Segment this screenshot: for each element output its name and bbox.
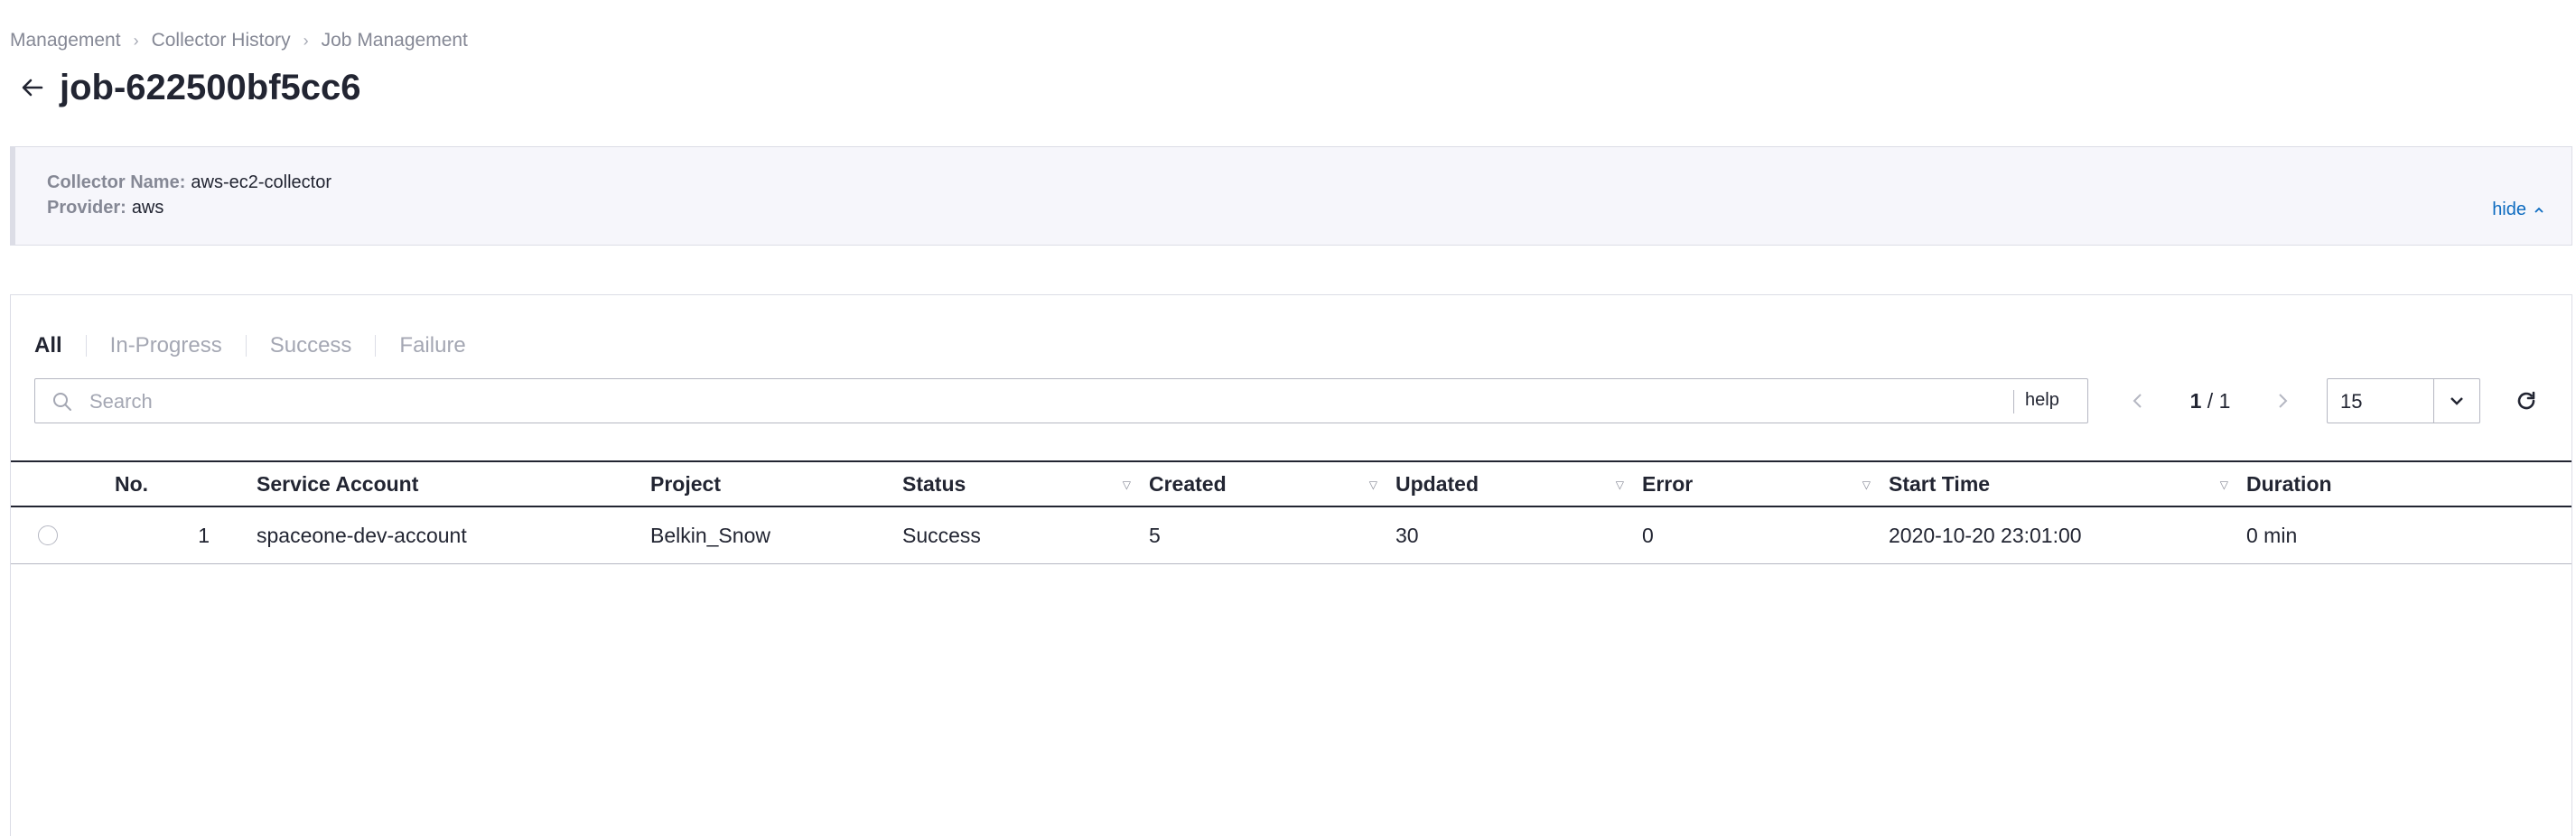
provider-label: Provider: xyxy=(47,198,126,218)
collector-info-panel: Collector Name: aws-ec2-collector Provide… xyxy=(10,146,2572,246)
page-title: job-622500bf5cc6 xyxy=(60,67,361,107)
cell-status: Success xyxy=(902,506,1149,564)
next-page-icon[interactable] xyxy=(2269,387,2296,414)
table-header-row: No. Service Account Project Status ▽ Crea… xyxy=(11,460,2571,507)
search-input[interactable] xyxy=(88,386,1988,417)
column-label: Status xyxy=(902,471,966,496)
column-header-service-account[interactable]: Service Account xyxy=(257,460,650,507)
column-header-duration[interactable]: Duration xyxy=(2246,460,2571,507)
column-header-updated[interactable]: Updated ▽ xyxy=(1395,460,1642,507)
column-header-status[interactable]: Status ▽ xyxy=(902,460,1149,507)
collector-name-value: aws-ec2-collector xyxy=(191,172,331,192)
sort-icon[interactable]: ▽ xyxy=(1369,478,1377,491)
select-column-header xyxy=(11,460,115,507)
chevron-down-icon[interactable] xyxy=(2433,379,2479,423)
prev-page-icon[interactable] xyxy=(2124,387,2151,414)
current-page: 1 xyxy=(2189,388,2202,413)
status-tabs: All In-Progress Success Failure xyxy=(34,331,466,360)
table-row[interactable]: 1 spaceone-dev-account Belkin_Snow Succe… xyxy=(11,506,2571,564)
cell-error: 0 xyxy=(1642,506,1889,564)
breadcrumb-job-management: Job Management xyxy=(321,30,468,51)
cell-service-account: spaceone-dev-account xyxy=(257,506,650,564)
hide-toggle-button[interactable]: hide xyxy=(2492,200,2544,220)
sort-icon[interactable]: ▽ xyxy=(1862,478,1871,491)
tab-divider xyxy=(245,335,247,357)
tab-divider xyxy=(375,335,377,357)
search-divider xyxy=(2013,390,2014,413)
cell-updated: 30 xyxy=(1395,506,1642,564)
cell-duration: 0 min xyxy=(2246,506,2571,564)
help-button[interactable]: help xyxy=(2025,390,2059,411)
tab-success[interactable]: Success xyxy=(270,333,352,358)
job-table: No. Service Account Project Status ▽ Crea… xyxy=(11,460,2571,564)
search-bar: help xyxy=(34,378,2088,423)
job-list-panel: All In-Progress Success Failure help 1 /… xyxy=(10,294,2572,836)
cell-start-time: 2020-10-20 23:01:00 xyxy=(1889,506,2246,564)
column-label: Start Time xyxy=(1889,471,1991,496)
breadcrumb-collector-history[interactable]: Collector History xyxy=(152,30,291,51)
page-size-select[interactable]: 15 xyxy=(2327,378,2480,423)
column-header-project[interactable]: Project xyxy=(650,460,902,507)
back-arrow-icon[interactable] xyxy=(14,70,51,106)
row-select-cell xyxy=(11,506,115,564)
collector-name-label: Collector Name: xyxy=(47,172,186,192)
tab-divider xyxy=(85,335,87,357)
hide-label: hide xyxy=(2492,200,2526,219)
breadcrumb-management[interactable]: Management xyxy=(10,30,121,51)
provider-value: aws xyxy=(131,198,164,218)
breadcrumb: Management › Collector History › Job Man… xyxy=(10,27,468,54)
cell-no: 1 xyxy=(115,506,257,564)
page-indicator: 1 / 1 xyxy=(2190,389,2231,413)
total-pages: 1 xyxy=(2218,388,2231,413)
pagination: 1 / 1 xyxy=(2124,378,2296,423)
refresh-icon[interactable] xyxy=(2509,384,2543,418)
tab-all[interactable]: All xyxy=(34,333,62,358)
cell-project: Belkin_Snow xyxy=(650,506,902,564)
cell-created: 5 xyxy=(1149,506,1395,564)
column-header-no[interactable]: No. xyxy=(115,460,257,507)
collector-name-row: Collector Name: aws-ec2-collector xyxy=(47,172,331,193)
provider-row: Provider: aws xyxy=(47,198,163,218)
chevron-right-icon: › xyxy=(303,31,309,50)
page-separator: / xyxy=(2207,388,2214,413)
column-label: Updated xyxy=(1395,471,1479,496)
search-icon xyxy=(51,391,73,417)
column-label: Created xyxy=(1149,471,1227,496)
page-header: job-622500bf5cc6 xyxy=(14,65,361,110)
column-header-error[interactable]: Error ▽ xyxy=(1642,460,1889,507)
column-header-start-time[interactable]: Start Time ▽ xyxy=(1889,460,2246,507)
column-header-created[interactable]: Created ▽ xyxy=(1149,460,1395,507)
tab-failure[interactable]: Failure xyxy=(399,333,465,358)
sort-icon[interactable]: ▽ xyxy=(1123,478,1131,491)
chevron-right-icon: › xyxy=(133,31,139,50)
page-size-value: 15 xyxy=(2340,390,2363,413)
sort-icon[interactable]: ▽ xyxy=(1616,478,1624,491)
sort-icon[interactable]: ▽ xyxy=(2220,478,2228,491)
row-select-radio[interactable] xyxy=(38,525,58,545)
chevron-up-icon xyxy=(2534,207,2543,213)
tab-in-progress[interactable]: In-Progress xyxy=(110,333,222,358)
column-label: Error xyxy=(1642,471,1694,496)
